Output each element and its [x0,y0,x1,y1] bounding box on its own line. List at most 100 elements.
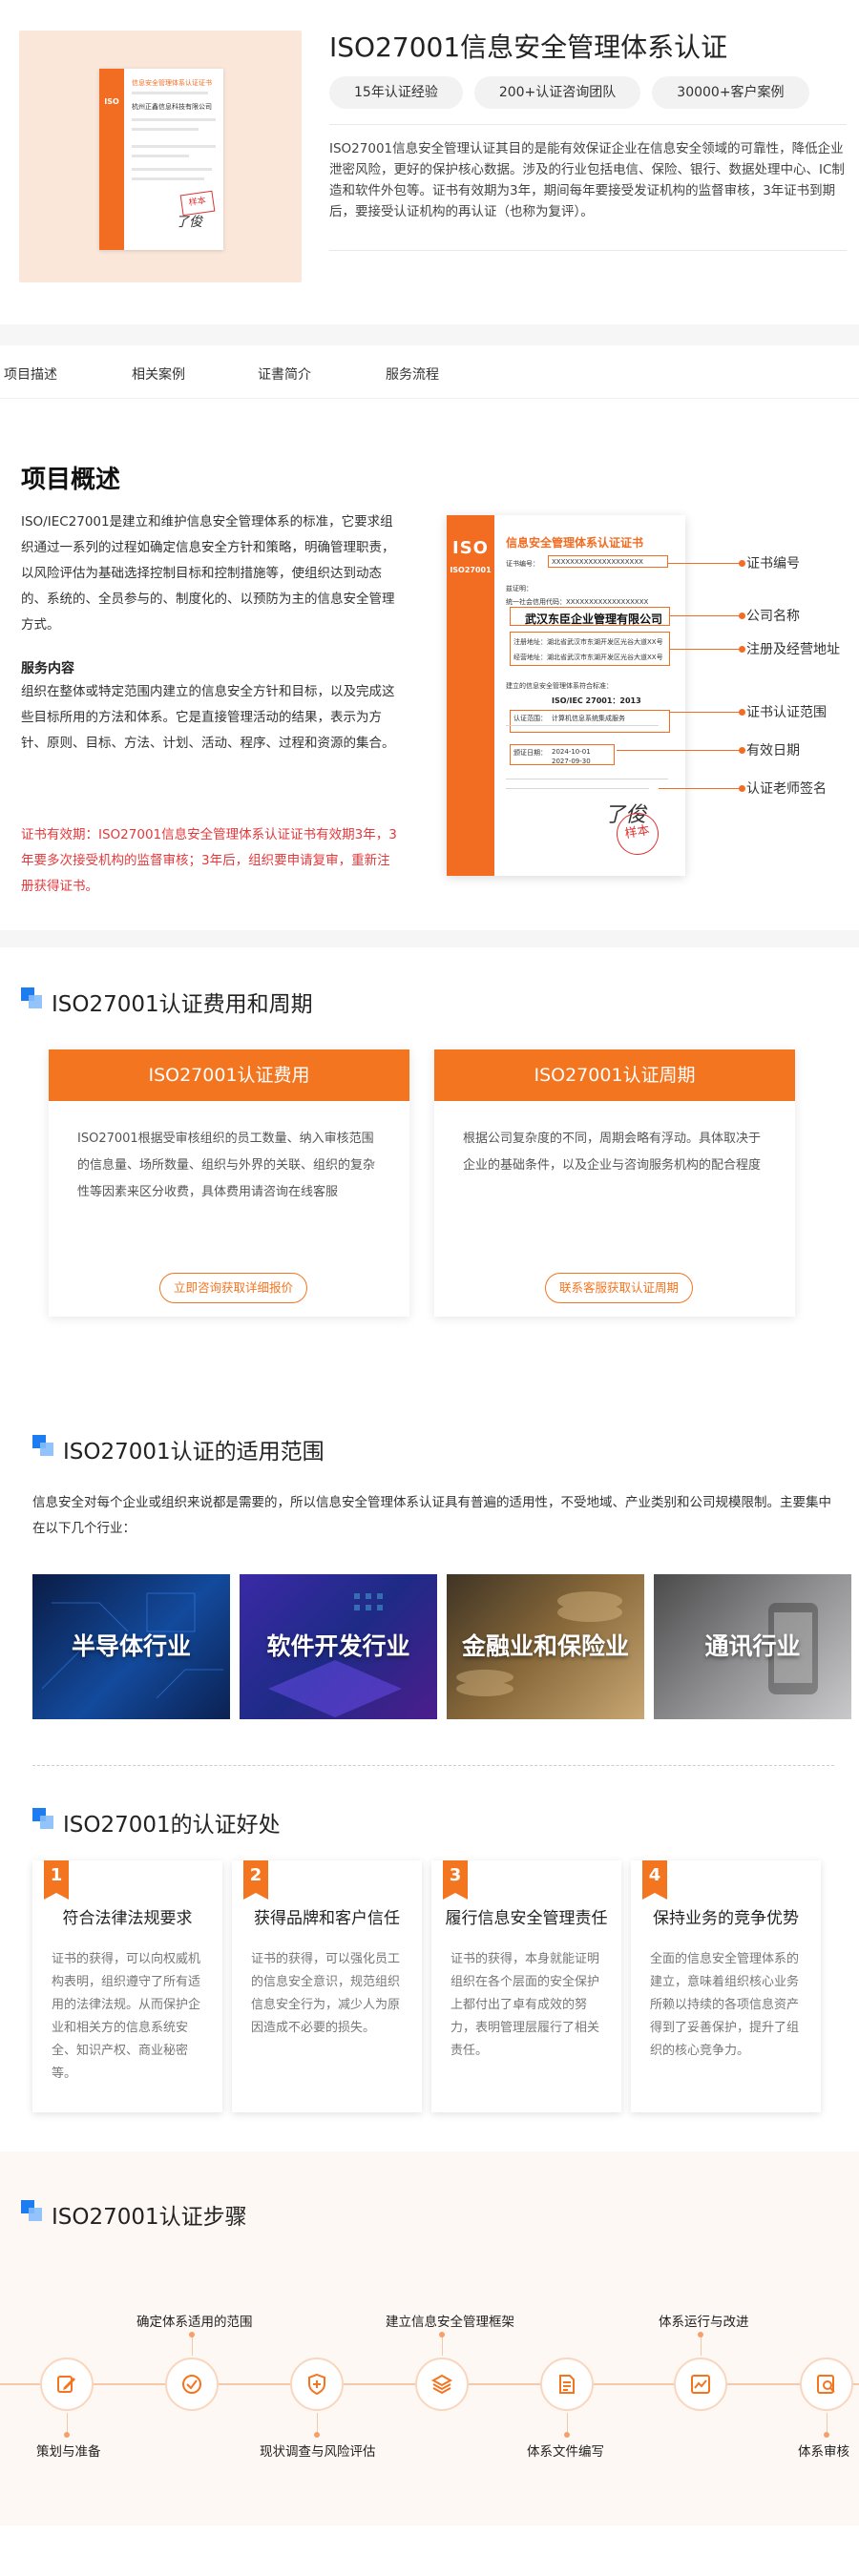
fee-card-title: ISO27001认证费用 [49,1049,409,1101]
tag-experience: 15年认证经验 [329,76,463,109]
document-icon [559,2375,575,2394]
cert-no-label: 证书编号： [506,560,539,568]
label-cert-no: 证书编号 [746,556,800,571]
tab-service-process[interactable]: 服务流程 [386,364,439,384]
iso-logo: ISO ISO27001 [450,538,492,574]
chart-icon [691,2375,710,2394]
validity-note: 证书有效期：ISO27001信息安全管理体系认证证书有效期3年，3年要多次接受机… [21,827,397,894]
benefit-number-badge: 3 [443,1860,468,1900]
industry-software: 软件开发行业 [240,1574,437,1719]
tag-cases: 30000+客户案例 [652,76,809,109]
benefit-title: 保持业务的竞争优势 [653,1909,799,1928]
sample-stamp: 样本 [179,190,216,217]
section-square-icon [32,1808,53,1829]
standard-line: 建立的信息安全管理体系符合标准： [506,682,613,690]
section-tabs: 项目描述 相关案例 证書简介 服务流程 [0,351,859,399]
industry-finance-insurance: 金融业和保险业 [447,1574,644,1719]
search-icon [817,2375,835,2394]
benefit-number-badge: 1 [44,1860,69,1900]
benefit-card: 2 获得品牌和客户信任 证书的获得，可以强化员工的信息安全意识，规范组织信息安全… [232,1860,422,2112]
holder-label: 兹证明： [506,585,533,592]
page-title: ISO27001信息安全管理体系认证 [329,31,728,63]
step-label: 确定体系适用的范围 [136,2315,253,2330]
benefit-card: 1 符合法律法规要求 证书的获得，可以向权威机构表明，组织遵守了所有适用的法律法… [32,1860,222,2112]
registered-address: 注册地址：湖北省武汉市东湖开发区光谷大道XX号 [513,638,663,646]
label-scope: 证书认证范围 [746,705,827,720]
benefit-desc: 证书的获得，本身就能证明组织在各个层面的安全保护上都付出了卓有成效的努力，表明管… [450,1952,600,2058]
standard: ISO/IEC 27001：2013 [552,696,641,705]
label-signature: 认证老师签名 [746,781,827,797]
benefit-card: 3 履行信息安全管理责任 证书的获得，本身就能证明组织在各个层面的安全保护上都付… [431,1860,621,2112]
iso-logo: ISO [104,97,119,106]
tab-certificate-intro[interactable]: 证書简介 [258,364,311,384]
step-node [540,2358,594,2411]
valid-from: 2024-10-01 [552,748,591,756]
benefit-desc: 全面的信息安全管理体系的建立，意味着组织核心业务所赖以持续的各项信息资产得到了妥… [650,1952,800,2058]
label-company: 公司名称 [746,609,800,624]
fee-card: ISO27001认证费用 ISO27001根据受审核组织的员工数量、纳入审核范围… [49,1049,409,1317]
service-content-heading: 服务内容 [21,661,74,676]
get-cycle-button[interactable]: 联系客服获取认证周期 [545,1273,694,1303]
step-node [290,2358,344,2411]
step-label: 策划与准备 [36,2444,101,2460]
label-address: 注册及经营地址 [746,642,840,657]
step-label: 体系审核 [798,2444,849,2460]
industry-semiconductor: 半导体行业 [32,1574,230,1719]
cycle-card: ISO27001认证周期 根据公司复杂度的不同，周期会略有浮动。具体取决于企业的… [434,1049,795,1317]
tab-related-cases[interactable]: 相关案例 [132,364,185,384]
tag-team: 200+认证咨询团队 [473,76,641,109]
scope-description: 信息安全对每个企业或组织来说都是需要的，所以信息安全管理体系认证具有普遍的适用性… [32,1495,831,1536]
industry-label: 金融业和保险业 [461,1632,629,1660]
check-circle-icon [182,2375,201,2394]
benefit-number-badge: 2 [243,1860,268,1900]
valid-to: 2027-09-30 [552,758,591,765]
hero-description: ISO27001信息安全管理认证其目的是能有效保证企业在信息安全领域的可靠性，降… [329,141,845,219]
shield-icon [308,2373,325,2396]
mini-certificate: ISO 信息安全管理体系认证证书 杭州正鑫信息科技有限公司 了俊 样本 [99,69,223,250]
overview-title: 项目概述 [21,466,121,494]
step-node [674,2358,727,2411]
certificate-title: 信息安全管理体系认证证书 [506,536,644,550]
benefit-title: 获得品牌和客户信任 [254,1909,400,1928]
industry-label: 软件开发行业 [266,1632,410,1660]
valid-label: 颁证日期： [513,749,547,757]
step-label: 体系文件编写 [527,2444,604,2460]
company-name: 武汉东臣企业管理有限公司 [525,613,663,626]
step-node [415,2358,469,2411]
benefit-desc: 证书的获得，可以向权威机构表明，组织遵守了所有适用的法律法规。从而保护企业和相关… [52,1952,201,2081]
step-label: 建立信息安全管理框架 [386,2315,514,2330]
section-square-icon [21,987,42,1008]
industry-telecom: 通讯行业 [654,1574,851,1719]
cert-no: XXXXXXXXXXXXXXXXXXXX [552,558,643,566]
industry-label: 通讯行业 [704,1632,801,1660]
hero-tags: 15年认证经验 200+认证咨询团队 30000+客户案例 [329,76,809,109]
step-node [165,2358,219,2411]
mini-cert-title: 信息安全管理体系认证证书 [132,79,212,87]
step-node [800,2358,853,2411]
mini-cert-company: 杭州正鑫信息科技有限公司 [132,103,212,111]
overview-paragraph: ISO/IEC27001是建立和维护信息安全管理体系的标准，它要求组织通过一系列… [21,514,395,633]
section-square-icon [21,2200,42,2221]
label-valid-date: 有效日期 [746,743,800,758]
layers-icon [430,2374,453,2395]
unified-code: 统一社会信用代码：XXXXXXXXXXXXXXXXXX [506,598,649,606]
benefit-title: 符合法律法规要求 [62,1909,193,1928]
benefit-title: 履行信息安全管理责任 [445,1909,608,1928]
benefit-number-badge: 4 [642,1860,667,1900]
section-square-icon [32,1435,53,1456]
benefit-card: 4 保持业务的竞争优势 全面的信息安全管理体系的建立，意味着组织核心业务所赖以持… [631,1860,821,2112]
step-label: 现状调查与风险评估 [260,2444,376,2460]
step-label: 体系运行与改进 [659,2315,749,2330]
product-hero: ISO 信息安全管理体系认证证书 杭州正鑫信息科技有限公司 了俊 样本 ISO2… [0,0,859,320]
tab-project-description[interactable]: 项目描述 [4,364,57,384]
certificate-thumbnail: ISO 信息安全管理体系认证证书 杭州正鑫信息科技有限公司 了俊 样本 [19,31,302,282]
business-address: 经营地址：湖北省武汉市东湖开发区光谷大道XX号 [513,654,663,661]
fee-card-body: ISO27001根据受审核组织的员工数量、纳入审核范围的信息量、场所数量、组织与… [77,1132,376,1199]
edit-icon [57,2376,75,2393]
scope-label: 认证范围： [513,715,547,722]
step-node [40,2358,94,2411]
get-quote-button[interactable]: 立即咨询获取详细报价 [159,1273,308,1303]
industry-label: 半导体行业 [71,1632,191,1660]
service-content-paragraph: 组织在整体或特定范围内建立的信息安全方针和目标，以及完成这些目标所用的方法和体系… [21,684,395,751]
scope-value: 计算机信息系统集成服务 [552,715,625,722]
